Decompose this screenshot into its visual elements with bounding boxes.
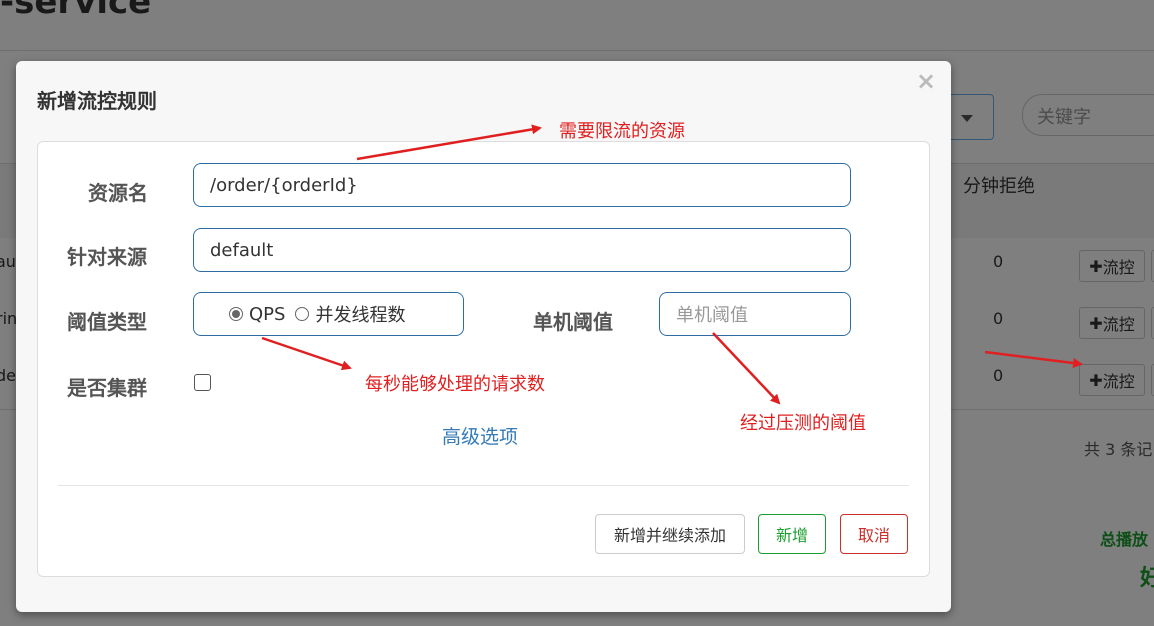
- resource-name-label: 资源名: [88, 181, 148, 205]
- origin-input[interactable]: default: [193, 228, 851, 272]
- cluster-label: 是否集群: [67, 376, 147, 400]
- close-icon[interactable]: ×: [916, 67, 936, 95]
- form-divider: [58, 485, 909, 486]
- resource-name-input[interactable]: /order/{orderId}: [193, 163, 851, 207]
- single-threshold-input[interactable]: 单机阈值: [659, 292, 851, 336]
- radio-qps-label: QPS: [249, 303, 286, 325]
- radio-qps[interactable]: QPS: [229, 304, 285, 325]
- cancel-button[interactable]: 取消: [840, 514, 908, 554]
- advanced-options-link[interactable]: 高级选项: [442, 422, 518, 449]
- form-panel: 资源名 /order/{orderId} 针对来源 default 阈值类型 Q…: [37, 141, 930, 577]
- add-button[interactable]: 新增: [758, 514, 826, 554]
- radio-concurrent-threads-label: 并发线程数: [315, 305, 406, 326]
- annotation-resource: 需要限流的资源: [559, 121, 685, 142]
- radio-checked-icon: [229, 307, 243, 321]
- annotation-qps: 每秒能够处理的请求数: [365, 374, 545, 395]
- radio-concurrent-threads[interactable]: 并发线程数: [295, 301, 405, 327]
- add-and-continue-button[interactable]: 新增并继续添加: [595, 514, 745, 554]
- radio-unchecked-icon: [295, 307, 310, 321]
- dialog-title: 新增流控规则: [37, 89, 157, 113]
- add-flow-rule-dialog: 新增流控规则 × 资源名 /order/{orderId} 针对来源 defau…: [16, 61, 951, 612]
- cluster-checkbox[interactable]: [194, 374, 211, 391]
- origin-label: 针对来源: [67, 245, 147, 269]
- threshold-type-radio-group: QPS 并发线程数: [193, 292, 464, 336]
- threshold-type-label: 阈值类型: [67, 310, 147, 334]
- single-threshold-label: 单机阈值: [533, 310, 613, 334]
- annotation-threshold: 经过压测的阈值: [740, 413, 866, 434]
